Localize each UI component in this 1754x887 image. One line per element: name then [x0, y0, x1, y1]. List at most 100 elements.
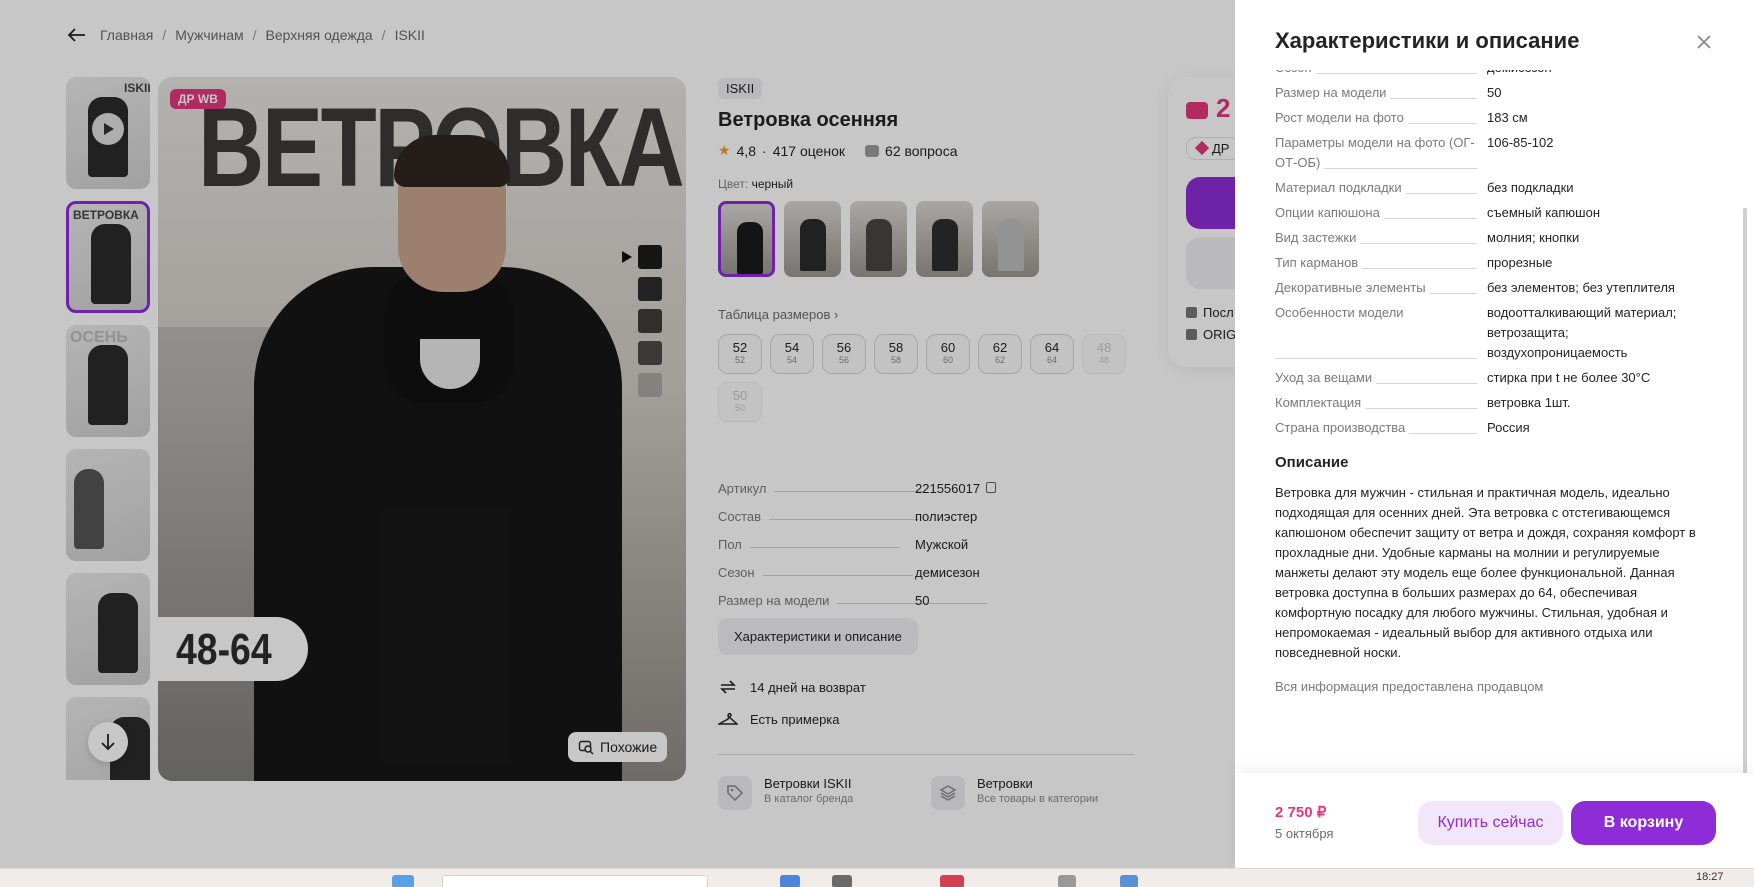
- rating-value: 4,8: [736, 142, 757, 159]
- price-card-line: ORIG: [1186, 327, 1236, 342]
- photo-swatch: [638, 309, 662, 333]
- brand-catalog-link[interactable]: Ветровки ISKII В каталог бренда: [718, 776, 853, 810]
- thumbnail-selected[interactable]: ВЕТРОВКА: [66, 201, 150, 313]
- color-variant[interactable]: [850, 201, 907, 277]
- back-arrow-icon[interactable]: [66, 24, 88, 46]
- thumbnail[interactable]: [66, 449, 150, 561]
- panel-spec-value: водоотталкивающий материал; ветрозащита;…: [1487, 305, 1677, 360]
- panel-spec-row: Сезондемисезон: [1275, 70, 1715, 78]
- spec-leader: [837, 603, 988, 604]
- panel-spec-row: Опции капюшона съемный капюшон: [1275, 203, 1715, 223]
- main-product-photo[interactable]: ВЕТРОВКА ДР WB 48-64 Похожие: [158, 77, 686, 781]
- taskbar-search[interactable]: [442, 875, 708, 887]
- photo-swatch: [638, 277, 662, 301]
- spec-leader: [769, 519, 920, 520]
- panel-spec-value: без элементов; без утеплителя: [1487, 280, 1675, 295]
- panel-spec-key: Вид застежки: [1275, 228, 1487, 248]
- spec-row: Состав полиэстер: [718, 496, 1118, 524]
- spec-value: полиэстер: [915, 509, 978, 524]
- thumbnails-scroll-down-button[interactable]: [88, 722, 128, 762]
- windows-start-icon[interactable]: [392, 875, 414, 887]
- panel-spec-row: Размер на модели 50: [1275, 83, 1715, 103]
- panel-spec-key: Страна производства: [1275, 418, 1487, 438]
- characteristics-panel: Характеристики и описание Сезондемисезон…: [1235, 0, 1754, 868]
- spec-value[interactable]: 221556017: [915, 481, 997, 496]
- price-card-badge: ДР: [1186, 137, 1241, 160]
- buy-now-button[interactable]: Купить сейчас: [1418, 801, 1563, 845]
- size-table-link[interactable]: Таблица размеров ›: [718, 307, 1138, 322]
- panel-spec-row: Тип карманов прорезные: [1275, 253, 1715, 273]
- os-taskbar: 18:27: [0, 868, 1754, 887]
- thumbnail[interactable]: [66, 573, 150, 685]
- close-icon[interactable]: [1692, 30, 1716, 54]
- breadcrumb-separator: /: [252, 27, 257, 43]
- taskbar-app-icon[interactable]: [1120, 875, 1138, 887]
- copy-icon[interactable]: [986, 482, 997, 493]
- spec-key: Размер на модели: [718, 593, 830, 608]
- questions-icon: [865, 144, 880, 157]
- reviews-count[interactable]: 417 оценок: [773, 143, 845, 159]
- breadcrumb-outerwear[interactable]: Верхняя одежда: [266, 27, 373, 43]
- spec-value: 50: [915, 593, 930, 608]
- size-option[interactable]: 60 60: [926, 334, 970, 374]
- taskbar-app-icon[interactable]: [832, 875, 852, 887]
- size-option[interactable]: 54 54: [770, 334, 814, 374]
- breadcrumb: Главная / Мужчинам / Верхняя одежда / IS…: [66, 24, 425, 46]
- breadcrumb-brand[interactable]: ISKII: [395, 27, 425, 43]
- thumbnail-text: ВЕТРОВКА: [73, 208, 139, 222]
- taskbar-app-icon[interactable]: [1058, 875, 1076, 887]
- similar-button[interactable]: Похожие: [568, 732, 668, 762]
- divider: [718, 754, 1134, 755]
- size-main: 52: [732, 340, 748, 355]
- short-specs: Артикул 221556017 Состав полиэстер Пол Мужско…: [718, 468, 1118, 608]
- thumbnail-list: ISKII ВЕТРОВКА ОСЕНЬ: [66, 77, 150, 780]
- color-variant[interactable]: [916, 201, 973, 277]
- description-title: Описание: [1275, 454, 1349, 471]
- price-card-line: Посл: [1186, 305, 1234, 320]
- color-variant[interactable]: [784, 201, 841, 277]
- size-option[interactable]: 48 48: [1082, 334, 1126, 374]
- spec-value: демисезон: [915, 565, 980, 580]
- play-icon[interactable]: [92, 113, 124, 145]
- size-option[interactable]: 64 64: [1030, 334, 1074, 374]
- size-option[interactable]: 62 62: [978, 334, 1022, 374]
- size-option[interactable]: 50 50: [718, 382, 762, 422]
- breadcrumb-men[interactable]: Мужчинам: [175, 27, 243, 43]
- color-variant-selected[interactable]: [718, 201, 775, 277]
- brand-chip[interactable]: ISKII: [718, 78, 763, 99]
- size-option[interactable]: 56 56: [822, 334, 866, 374]
- category-link[interactable]: Ветровки Все товары в категории: [931, 776, 1098, 810]
- size-main: 48: [1096, 340, 1112, 355]
- spec-leader: [774, 491, 925, 492]
- panel-content[interactable]: СезондемисезонРазмер на модели50Рост мод…: [1275, 70, 1715, 770]
- breadcrumb-home[interactable]: Главная: [100, 27, 153, 43]
- size-table-label: Таблица размеров: [718, 307, 831, 322]
- spec-row: Артикул 221556017: [718, 468, 1118, 496]
- panel-title: Характеристики и описание: [1275, 28, 1580, 53]
- questions-count[interactable]: 62 вопроса: [885, 143, 957, 159]
- layers-icon: [931, 776, 965, 810]
- model-hair: [394, 135, 510, 187]
- size-option[interactable]: 52 52: [718, 334, 762, 374]
- characteristics-button[interactable]: Характеристики и описание: [718, 618, 918, 655]
- description-text: Ветровка для мужчин - стильная и практич…: [1275, 485, 1696, 660]
- add-to-cart-button[interactable]: В корзину: [1571, 801, 1716, 845]
- hanger-icon: [718, 710, 738, 728]
- size-sub: 54: [786, 355, 797, 365]
- panel-spec-key: Опции капюшона: [1275, 203, 1487, 223]
- brand-catalog-title: Ветровки ISKII: [764, 776, 852, 791]
- thumbnail-text: ISKII: [124, 81, 150, 95]
- panel-spec-key: Сезон: [1275, 70, 1487, 78]
- spec-key: Пол: [718, 537, 742, 552]
- panel-spec-value: молния; кнопки: [1487, 230, 1580, 245]
- taskbar-browser-icon[interactable]: [940, 875, 964, 887]
- taskbar-app-icon[interactable]: [780, 875, 800, 887]
- size-main: 50: [732, 388, 748, 403]
- panel-scrollbar[interactable]: [1743, 208, 1747, 778]
- thumbnail-video[interactable]: ISKII: [66, 77, 150, 189]
- size-option[interactable]: 58 58: [874, 334, 918, 374]
- color-label: Цвет:: [718, 177, 749, 191]
- color-variant[interactable]: [982, 201, 1039, 277]
- thumbnail[interactable]: ОСЕНЬ: [66, 325, 150, 437]
- panel-spec-value: прорезные: [1487, 255, 1553, 270]
